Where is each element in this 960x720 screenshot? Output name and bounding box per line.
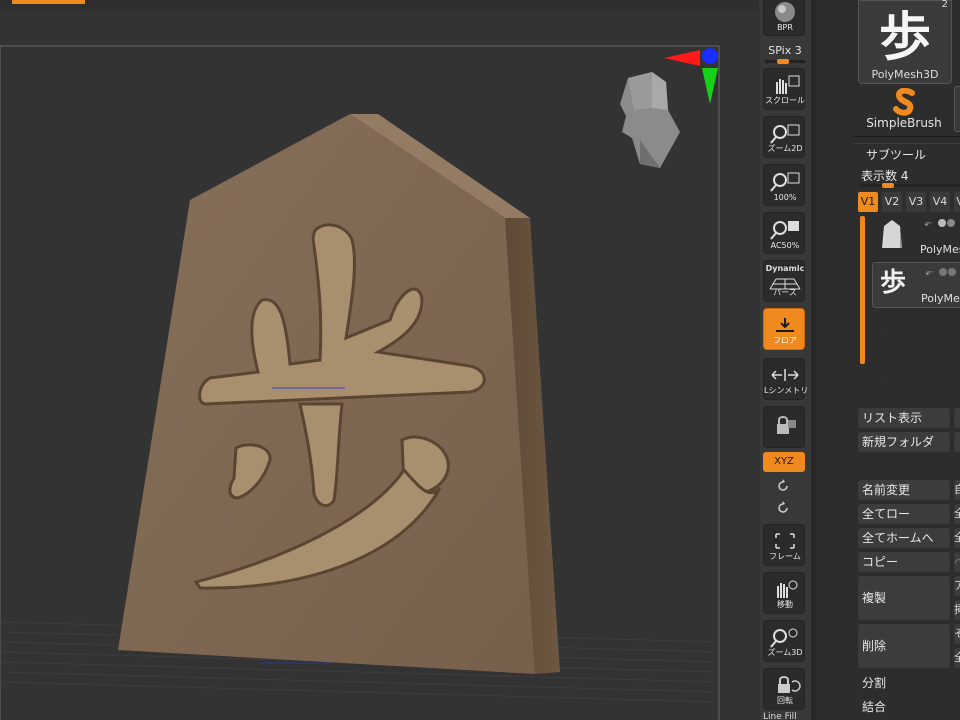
new-folder-button[interactable]: 新規フォルダ [858, 432, 950, 452]
s-brush-icon [893, 88, 915, 116]
axis-gizmo[interactable] [664, 48, 718, 104]
tool-count: 2 [941, 0, 948, 10]
visibility-toggle-icon[interactable] [937, 267, 959, 277]
zoom2d-button[interactable]: ズーム2D [763, 116, 805, 158]
dynamic-label: Dynamic [765, 264, 805, 273]
current-tool-thumbnail[interactable]: 歩 2 PolyMesh3D [858, 0, 952, 84]
rotate-label: 回転 [777, 696, 793, 705]
subtool-section-title[interactable]: サブツール [853, 143, 960, 163]
perspective-label: パース [773, 288, 797, 297]
empty-slot-dot: · [880, 378, 883, 387]
merge-section[interactable]: 結合 [862, 698, 886, 715]
zoom3d-label: ズーム3D [767, 648, 803, 657]
spix-label: SPix 3 [768, 44, 802, 57]
tab-v5[interactable]: V [954, 192, 960, 212]
zoom2d-label: ズーム2D [767, 144, 803, 153]
arrow-icon: ⬐ [925, 267, 934, 278]
subtool-scrollbar[interactable] [860, 216, 865, 364]
tool-name: PolyMesh3D [871, 68, 939, 81]
active-menu-indicator[interactable] [12, 0, 85, 4]
floor-button[interactable]: フロア [763, 308, 805, 350]
subtool-piece-thumbnail [882, 220, 902, 248]
navigation-head-icon[interactable] [620, 72, 680, 168]
tab-v3[interactable]: V3 [906, 192, 926, 212]
rotate-z-icon[interactable] [775, 500, 791, 516]
move-button[interactable]: 移動 [763, 572, 805, 614]
visible-count-label: 表示数 4 [861, 169, 909, 183]
bpr-label: BPR [777, 23, 793, 32]
brush-name: SimpleBrush [866, 116, 942, 130]
aahalf-label: AC50% [770, 241, 800, 250]
scroll-button[interactable]: スクロール [763, 68, 805, 110]
paste-button[interactable]: ペ [954, 552, 960, 572]
subtool-item-selected[interactable]: 歩 ⬐ PolyMe [872, 262, 960, 308]
tab-v1[interactable]: V1 [858, 192, 878, 212]
copy-button[interactable]: コピー [858, 552, 950, 572]
local-symmetry-button[interactable]: Lシンメトリ [763, 358, 809, 400]
visibility-toggle-icon[interactable] [936, 218, 958, 228]
subtool-name: PolyMe [921, 292, 960, 305]
all-low-button[interactable]: 全てロー [858, 504, 950, 524]
simple-brush-tool[interactable]: SimpleBrush [858, 86, 950, 132]
linefill-label[interactable]: Line Fill [763, 712, 797, 720]
zbrush-window: BPR SPix 3 スクロール ズーム2D 100% AC50% Dynami… [0, 0, 960, 720]
move-label: 移動 [777, 600, 793, 609]
append-button[interactable]: ア [954, 576, 960, 596]
magnifier-icon [770, 221, 799, 240]
rotate-y-icon[interactable] [775, 478, 791, 494]
tab-v4[interactable]: V4 [930, 192, 950, 212]
frame-button[interactable]: フレーム [763, 524, 805, 566]
subtool-item[interactable]: ⬐ PolyMes [872, 214, 960, 258]
split-section[interactable]: 分割 [862, 674, 886, 691]
auto-reorder-button[interactable]: 自 [954, 480, 960, 500]
duplicate-button[interactable]: 複製 [858, 576, 950, 620]
empty-slot-dot: · [880, 330, 883, 339]
rename-button[interactable]: 名前変更 [858, 480, 950, 500]
arrow-icon: ⬐ [924, 218, 933, 229]
subtool-glyph-thumbnail: 歩 [879, 268, 906, 298]
transp-lock-button[interactable] [763, 406, 805, 448]
new-folder-side-button[interactable] [954, 432, 960, 452]
delete-button[interactable]: 削除 [858, 624, 950, 668]
insert-button[interactable]: 挿 [954, 600, 960, 620]
spix-slider[interactable] [765, 59, 805, 64]
list-view-side-button[interactable] [954, 408, 960, 428]
bpr-sphere-icon [775, 2, 795, 22]
tool-thumbnail-glyph: 歩 [878, 7, 931, 68]
tool-thumbnail-clipped[interactable] [954, 86, 960, 132]
scroll-label: スクロール [765, 96, 805, 105]
magnifier-icon [770, 172, 800, 192]
tool-palette: 歩 2 PolyMesh3D SimpleBrush サブツール 表示数 4 V… [812, 0, 960, 720]
xyz-rotate-button[interactable]: XYZ [763, 452, 805, 472]
all-high-button[interactable]: 全 [954, 504, 960, 524]
frame-label: フレーム [769, 552, 801, 561]
all-to-home-button[interactable]: 全てホームへ [858, 528, 950, 548]
spix-slider-handle[interactable] [777, 59, 789, 64]
lock-icon [777, 416, 796, 434]
tab-v2[interactable]: V2 [882, 192, 902, 212]
floor-label: フロア [773, 336, 797, 345]
aahalf-button[interactable]: AC50% [763, 212, 805, 254]
list-view-button[interactable]: リスト表示 [858, 408, 950, 428]
right-shelf: BPR SPix 3 スクロール ズーム2D 100% AC50% Dynami… [758, 0, 819, 720]
delete-other-button[interactable]: そ [954, 624, 960, 644]
visible-count-slider[interactable] [860, 183, 960, 188]
zoom3d-button[interactable]: ズーム3D [763, 620, 805, 662]
rotate-button[interactable]: 回転 [763, 668, 805, 710]
subtool-name: PolyMes [920, 243, 960, 256]
viewport-canvas [0, 45, 720, 720]
actual-size-label: 100% [773, 193, 797, 202]
xyz-label: XYZ [774, 456, 794, 467]
actual-size-button[interactable]: 100% [763, 164, 805, 206]
delete-all-button[interactable]: 全 [954, 648, 960, 668]
3d-viewport[interactable] [0, 10, 758, 720]
section-divider [852, 136, 960, 137]
bpr-button[interactable]: BPR [763, 0, 805, 36]
all-to-target-button[interactable]: 全 [954, 528, 960, 548]
perspective-button[interactable]: Dynamic パース [763, 260, 805, 302]
visible-count-handle[interactable] [882, 183, 894, 188]
local-symmetry-label: Lシンメトリ [764, 386, 809, 395]
